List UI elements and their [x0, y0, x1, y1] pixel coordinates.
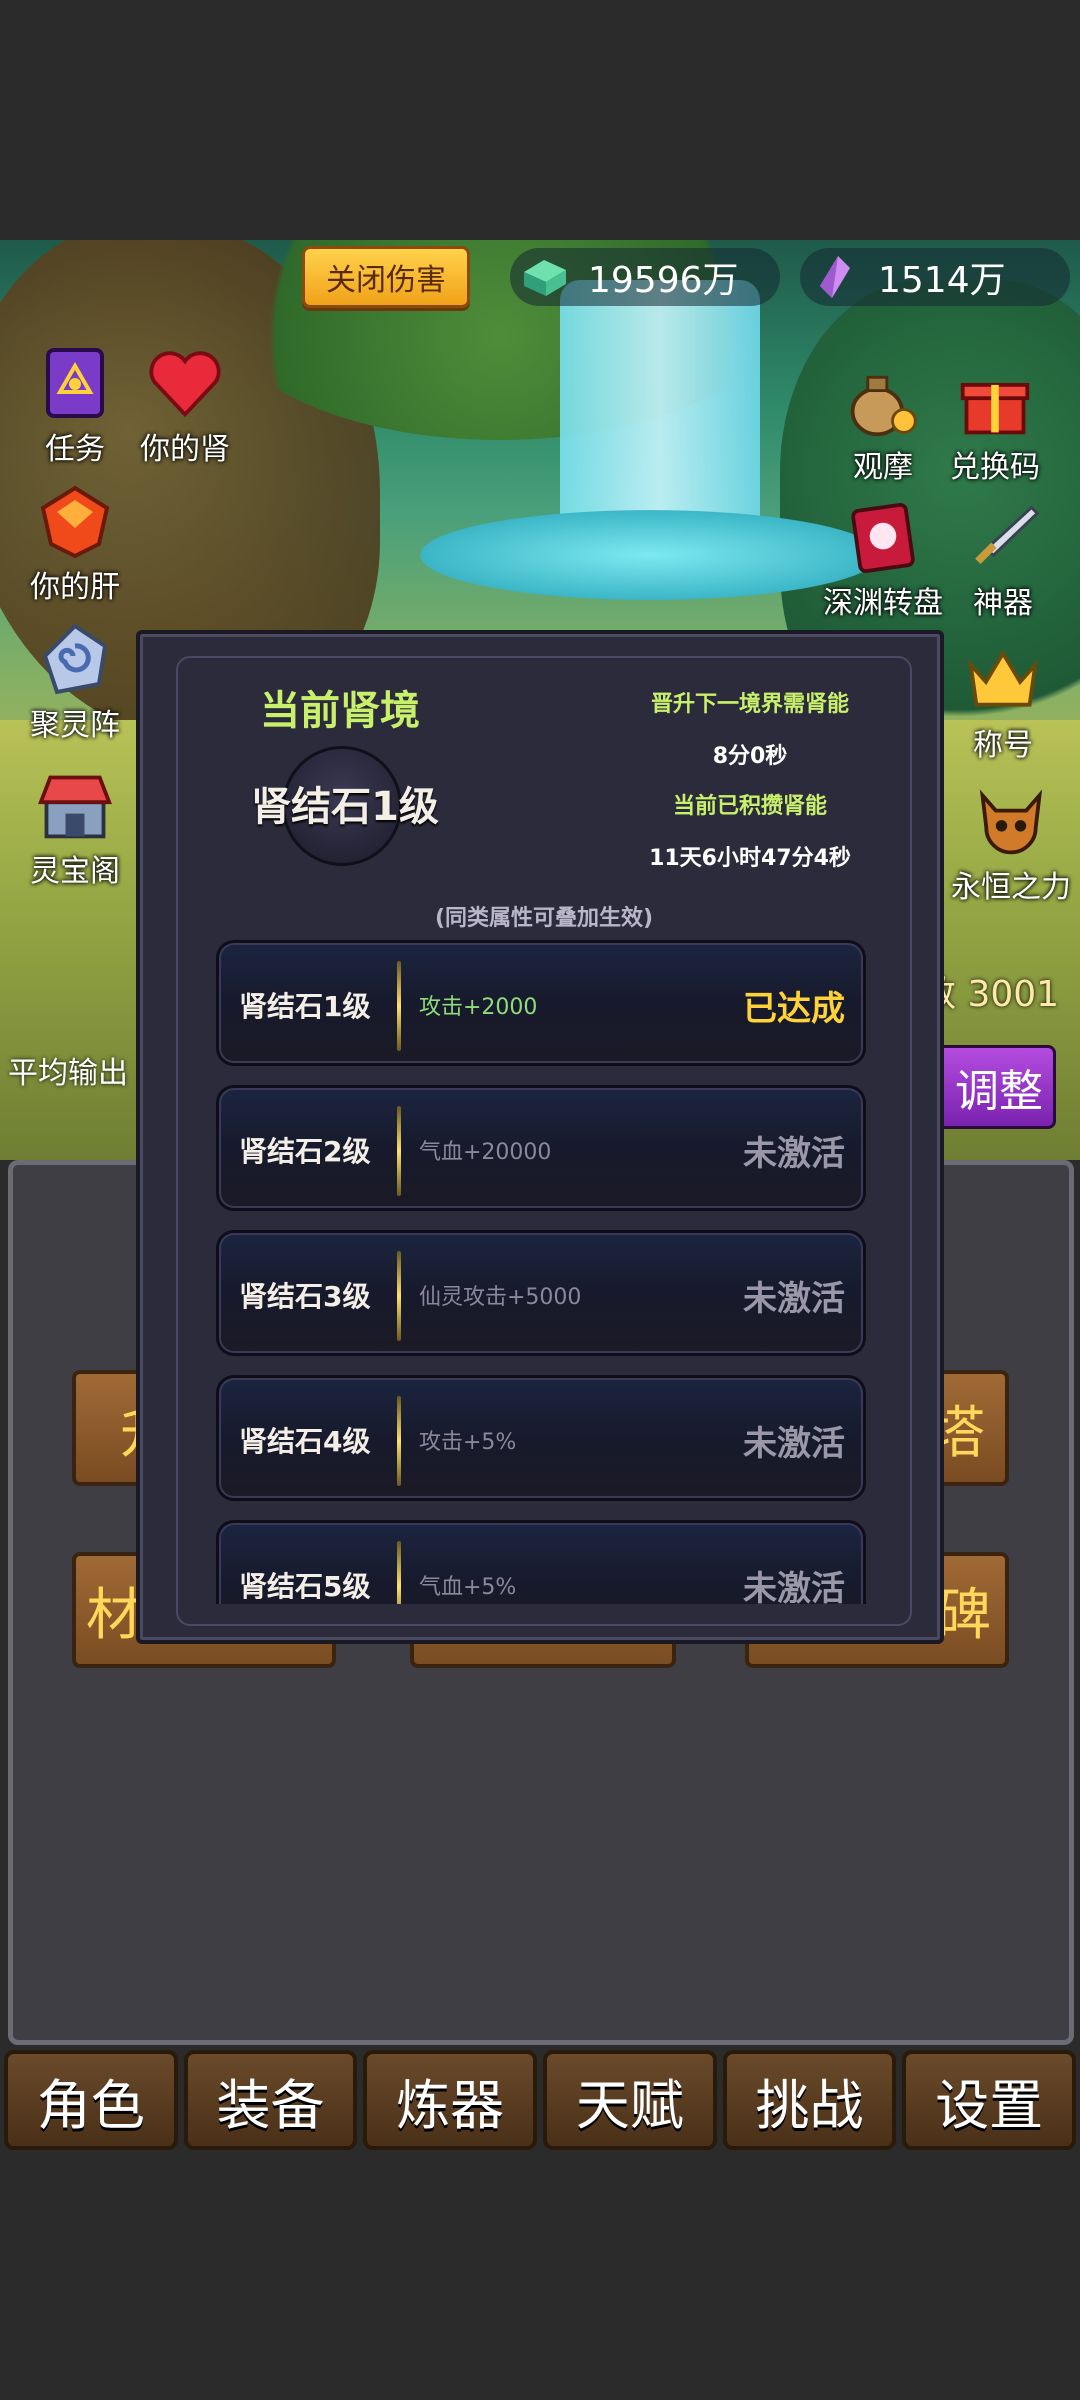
level-attribute: 攻击+2000: [419, 995, 538, 1020]
red-gem-icon: [37, 484, 113, 560]
average-output-label: 平均输出: [8, 1056, 128, 1091]
close-damage-button[interactable]: 关闭伤害: [302, 246, 470, 308]
level-status: 已达成: [743, 989, 845, 1029]
currency-jade-value: 19596万: [588, 260, 739, 301]
treasure-pavilion-label: 灵宝阁: [30, 854, 120, 889]
level-status: 未激活: [743, 1279, 845, 1319]
skull-card-icon: [845, 500, 921, 576]
title-label: 称号: [973, 728, 1033, 763]
swirl-stone-icon: [37, 622, 113, 698]
accumulated-time: 11天6小时47分4秒: [649, 846, 851, 871]
row-divider: [397, 1541, 401, 1604]
crown-icon: [965, 642, 1041, 718]
spellbook-icon: [37, 346, 113, 422]
row-divider: [397, 1106, 401, 1196]
tab-character[interactable]: 角色: [4, 2050, 178, 2150]
currency-jade: 19596万: [510, 248, 780, 306]
current-level: 肾结石1级: [251, 784, 439, 830]
liver-button[interactable]: 你的肝: [0, 484, 150, 606]
heart-icon: [147, 346, 223, 422]
level-status: 未激活: [743, 1134, 845, 1174]
level-name: 肾结石1级: [239, 990, 371, 1023]
sword-icon: [965, 500, 1041, 576]
redeem-code-button[interactable]: 兑换码: [920, 364, 1070, 486]
level-list[interactable]: 肾结石1级 攻击+2000 已达成 肾结石2级 气血+20000 未激活 肾结石…: [216, 940, 866, 1604]
gift-box-icon: [957, 364, 1033, 440]
level-status: 未激活: [743, 1569, 845, 1604]
tab-challenge[interactable]: 挑战: [722, 2050, 897, 2150]
level-attribute: 攻击+5%: [419, 1430, 517, 1455]
stack-note: (同类属性可叠加生效): [434, 906, 654, 931]
modal-title: 当前肾境: [260, 688, 420, 734]
artifact-button[interactable]: 神器: [928, 500, 1078, 622]
tab-talent[interactable]: 天赋: [543, 2050, 717, 2150]
list-item: 肾结石4级 攻击+5% 未激活: [216, 1375, 866, 1501]
list-item: 肾结石3级 仙灵攻击+5000 未激活: [216, 1230, 866, 1356]
tab-settings[interactable]: 设置: [902, 2050, 1077, 2150]
kidney-realm-modal: 当前肾境 肾结石1级 晋升下一境界需肾能 8分0秒 当前已积攒肾能 11天6小时…: [136, 630, 944, 1644]
row-divider: [397, 961, 401, 1051]
bottom-tab-bar: 角色 装备 炼器 天赋 挑战 设置: [4, 2050, 1077, 2150]
purple-crystal-icon: [820, 256, 850, 298]
next-requirement-label: 晋升下一境界需肾能: [650, 692, 849, 717]
spirit-array-label: 聚灵阵: [30, 708, 120, 743]
row-divider: [397, 1251, 401, 1341]
money-bag-icon: [845, 364, 921, 440]
tab-forge[interactable]: 炼器: [363, 2050, 538, 2150]
level-attribute: 气血+5%: [419, 1575, 517, 1600]
eternal-power-label: 永恒之力: [951, 870, 1071, 905]
liver-label: 你的肝: [30, 570, 120, 605]
demon-skull-icon: [973, 784, 1049, 860]
shop-icon: [37, 768, 113, 844]
artifact-label: 神器: [973, 586, 1033, 621]
kidney-label: 你的肾: [140, 432, 230, 467]
adjust-button[interactable]: 调整: [930, 1045, 1056, 1129]
currency-crystal-value: 1514万: [878, 260, 1006, 301]
kidney-button[interactable]: 你的肾: [110, 346, 260, 468]
level-name: 肾结石5级: [239, 1570, 371, 1603]
level-status: 未激活: [743, 1424, 845, 1464]
navigation-bar-area: [0, 2160, 1080, 2400]
level-name: 肾结石3级: [239, 1280, 371, 1313]
status-bar-area: [0, 0, 1080, 240]
title-button[interactable]: 称号: [928, 642, 1078, 764]
currency-crystal: 1514万: [800, 248, 1070, 306]
eternal-power-button[interactable]: 永恒之力: [936, 784, 1080, 906]
tab-equipment[interactable]: 装备: [183, 2050, 358, 2150]
level-attribute: 仙灵攻击+5000: [419, 1285, 582, 1310]
next-requirement-time: 8分0秒: [712, 744, 788, 769]
jade-ingot-icon: [524, 260, 566, 296]
accumulated-label: 当前已积攒肾能: [672, 794, 827, 819]
list-item: 肾结石2级 气血+20000 未激活: [216, 1085, 866, 1211]
list-item: 肾结石5级 气血+5% 未激活: [216, 1520, 866, 1604]
spirit-array-button[interactable]: 聚灵阵: [0, 622, 150, 744]
level-name: 肾结石2级: [239, 1135, 371, 1168]
level-attribute: 气血+20000: [419, 1140, 552, 1165]
redeem-code-label: 兑换码: [950, 450, 1040, 485]
row-divider: [397, 1396, 401, 1486]
scene-waterfall: [560, 280, 760, 540]
level-name: 肾结石4级: [239, 1425, 371, 1458]
treasure-pavilion-button[interactable]: 灵宝阁: [0, 768, 150, 890]
list-item: 肾结石1级 攻击+2000 已达成: [216, 940, 866, 1066]
